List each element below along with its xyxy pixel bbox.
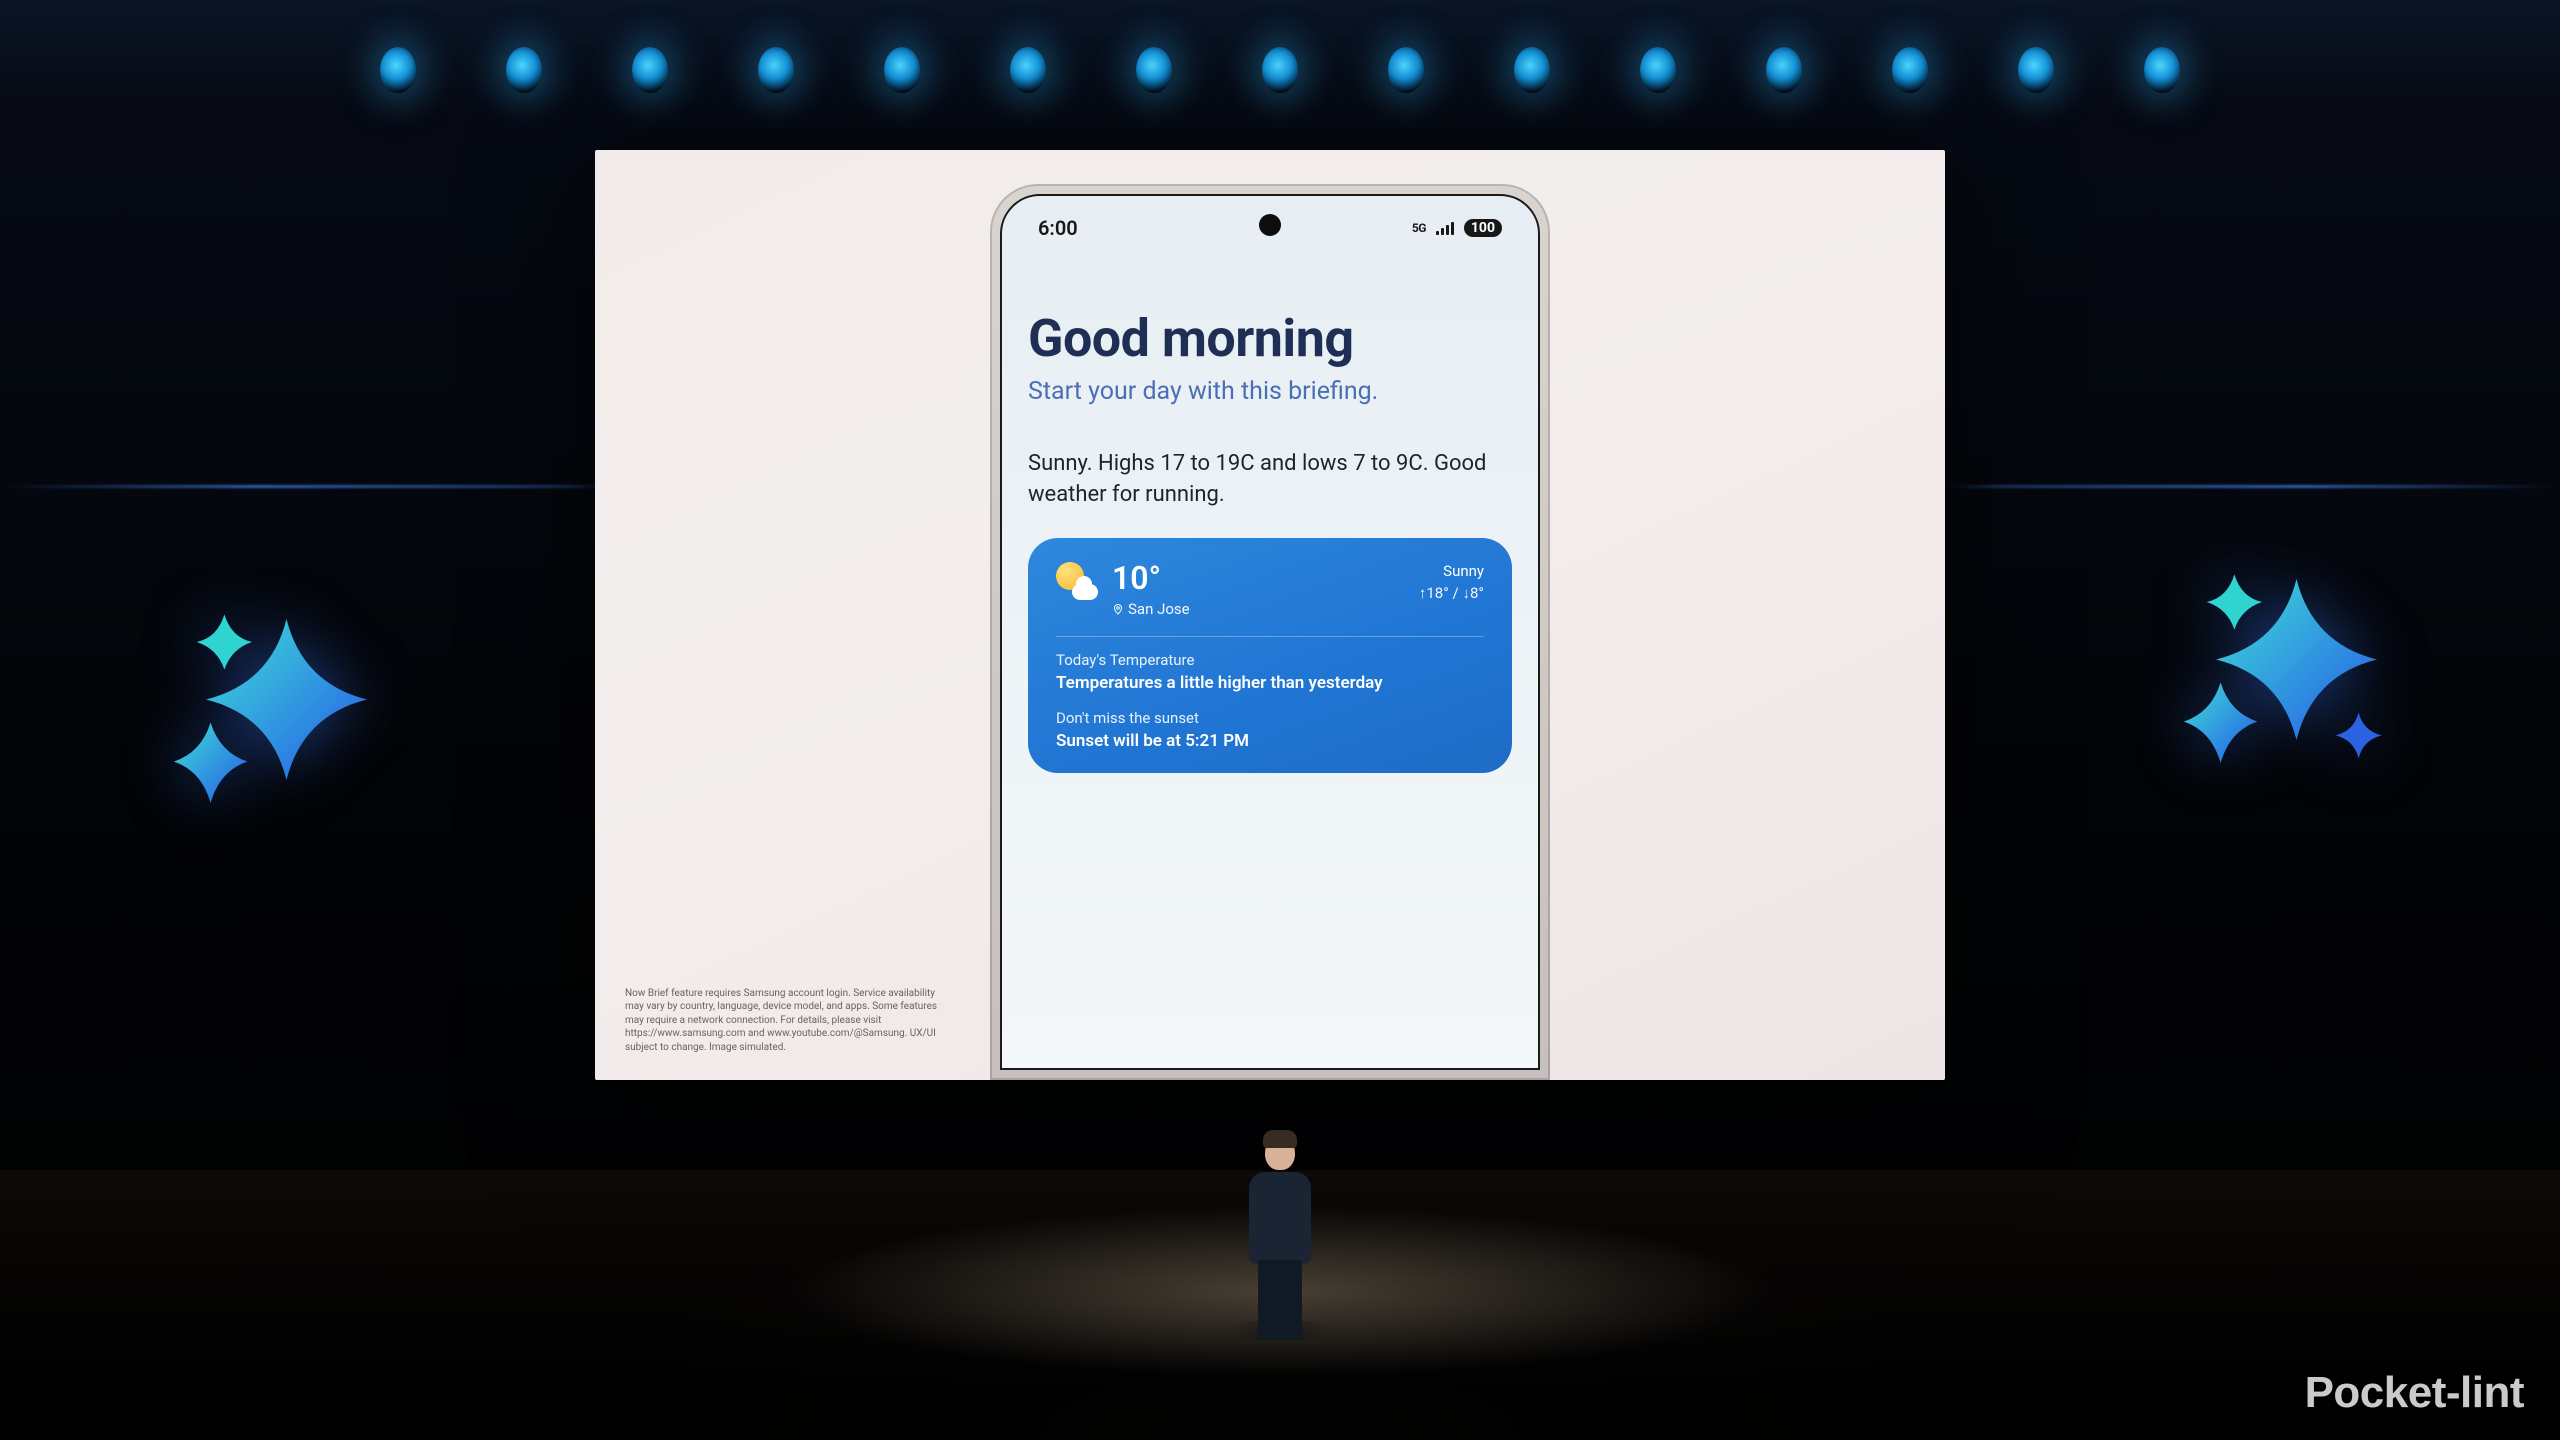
signal-icon — [1436, 221, 1454, 235]
stage-light-icon — [1262, 47, 1298, 93]
stage-background: Now Brief feature requires Samsung accou… — [0, 0, 2560, 1440]
weather-temperature: 10° — [1112, 562, 1190, 594]
stage-light-icon — [1892, 47, 1928, 93]
status-time: 6:00 — [1038, 216, 1078, 240]
battery-indicator: 100 — [1464, 219, 1502, 237]
presentation-screen: Now Brief feature requires Samsung accou… — [595, 150, 1945, 1080]
stage-light-icon — [1640, 47, 1676, 93]
weather-location: San Jose — [1112, 600, 1190, 618]
stage-light-icon — [1136, 47, 1172, 93]
weather-sunset-body: Sunset will be at 5:21 PM — [1056, 731, 1484, 751]
stage-light-icon — [2018, 47, 2054, 93]
greeting-title: Good morning — [1028, 308, 1512, 369]
stage-light-icon — [2144, 47, 2180, 93]
greeting-subtitle: Start your day with this briefing. — [1028, 377, 1512, 406]
weather-hilo: ↑18° / ↓8° — [1419, 584, 1484, 602]
weather-today-label: Today's Temperature — [1056, 651, 1484, 669]
stage-light-icon — [632, 47, 668, 93]
disclaimer-text: Now Brief feature requires Samsung accou… — [625, 987, 945, 1055]
weather-sunset-label: Don't miss the sunset — [1056, 709, 1484, 727]
greeting-block: Good morning Start your day with this br… — [1028, 308, 1512, 406]
stage-light-icon — [506, 47, 542, 93]
weather-card: 10° San Jose Sunny ↑18° / ↓8° — [1028, 538, 1512, 773]
briefing-summary: Sunny. Highs 17 to 19C and lows 7 to 9C.… — [1028, 448, 1512, 510]
camera-hole-icon — [1259, 214, 1281, 236]
presenter-figure — [1241, 1130, 1319, 1330]
network-indicator: 5G — [1412, 221, 1426, 235]
watermark-logo: Pocket-lint — [2305, 1368, 2524, 1418]
stage-light-icon — [1010, 47, 1046, 93]
ceiling-rig — [0, 0, 2560, 140]
sparkle-decoration-right — [2170, 556, 2400, 786]
phone-mockup: 6:00 5G 100 Good morning Start your day … — [990, 184, 1550, 1080]
weather-today-body: Temperatures a little higher than yester… — [1056, 673, 1484, 693]
stage-light-icon — [1388, 47, 1424, 93]
stage-light-icon — [1514, 47, 1550, 93]
weather-condition: Sunny — [1419, 562, 1484, 580]
stage-light-icon — [380, 47, 416, 93]
stage-light-icon — [1766, 47, 1802, 93]
stage-light-icon — [758, 47, 794, 93]
weather-sunny-icon — [1056, 562, 1098, 604]
stage-light-icon — [884, 47, 920, 93]
sparkle-decoration-left — [160, 596, 390, 826]
